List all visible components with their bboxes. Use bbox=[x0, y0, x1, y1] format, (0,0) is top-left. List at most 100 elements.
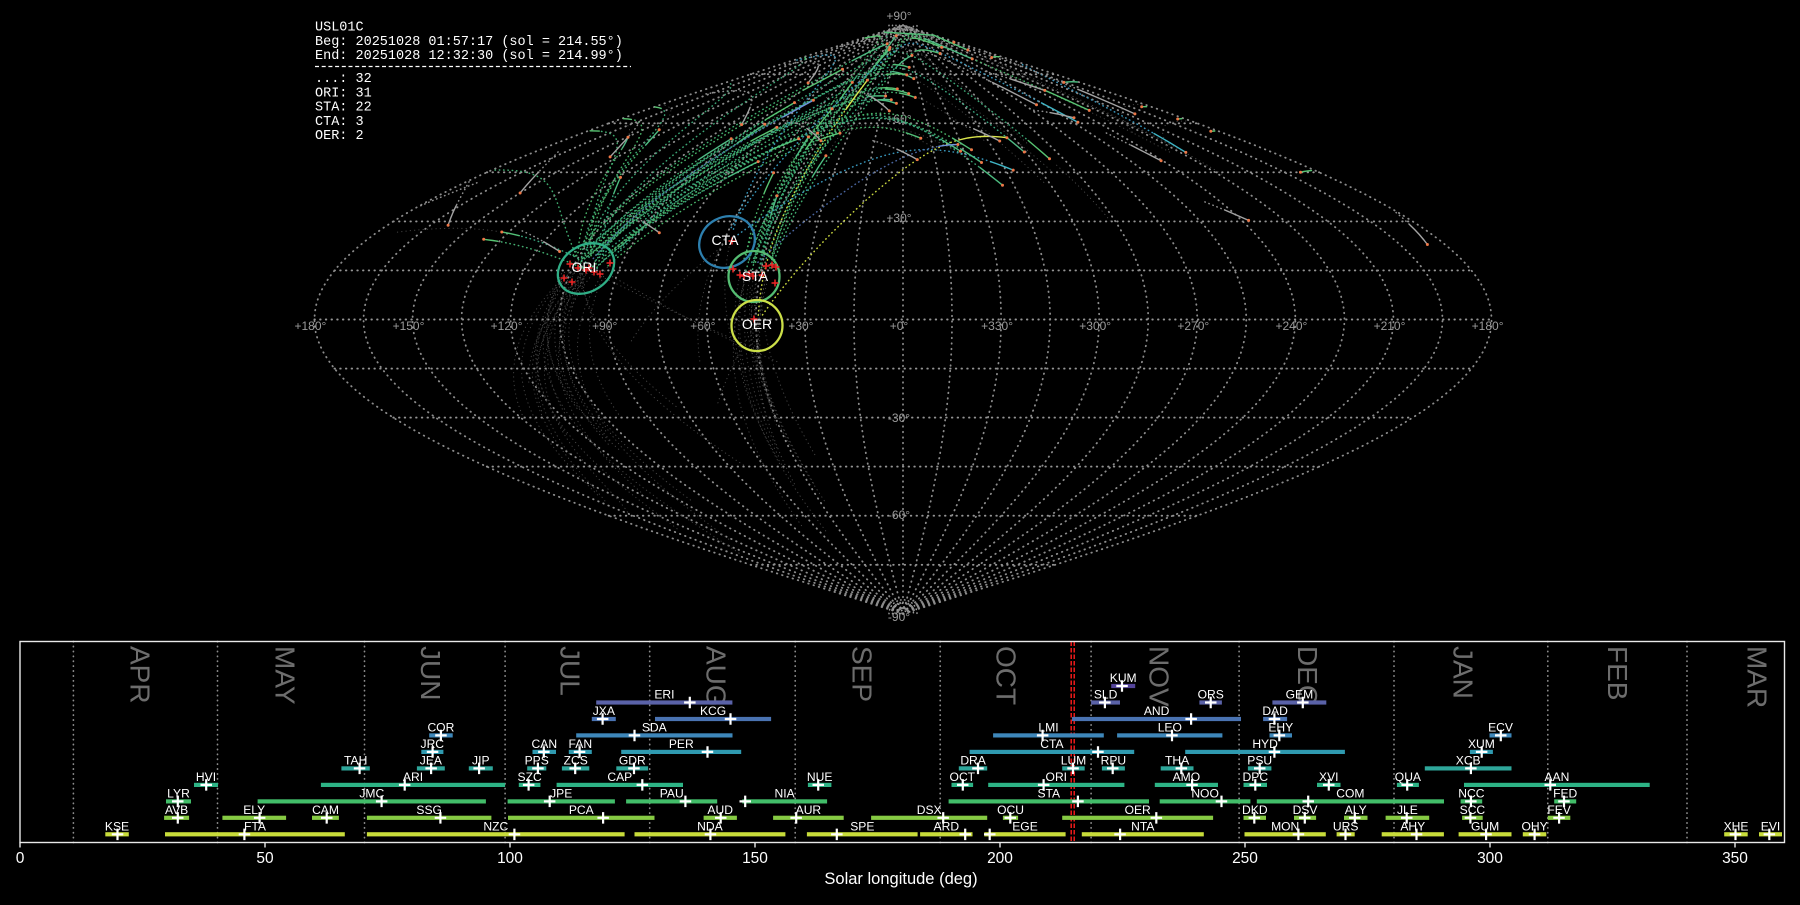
svg-text:JLE: JLE bbox=[1397, 803, 1418, 817]
svg-text:EHY: EHY bbox=[1268, 720, 1293, 734]
svg-text:+270°: +270° bbox=[1177, 319, 1209, 333]
svg-text:Solar longitude (deg): Solar longitude (deg) bbox=[824, 870, 977, 888]
svg-text:FED: FED bbox=[1553, 786, 1577, 800]
svg-text:AHY: AHY bbox=[1400, 819, 1425, 833]
svg-text:XUM: XUM bbox=[1468, 737, 1495, 751]
svg-text:DKD: DKD bbox=[1242, 803, 1268, 817]
svg-text:300: 300 bbox=[1477, 850, 1503, 867]
svg-text:LUM: LUM bbox=[1061, 753, 1087, 767]
svg-text:SPE: SPE bbox=[850, 819, 874, 833]
svg-text:TAH: TAH bbox=[344, 753, 367, 767]
svg-text:SZC: SZC bbox=[518, 770, 542, 784]
svg-text:50: 50 bbox=[256, 850, 274, 867]
svg-text:OER: 2: OER: 2 bbox=[315, 129, 364, 144]
svg-text:USL01C: USL01C bbox=[315, 21, 364, 36]
svg-text:ARI: ARI bbox=[403, 770, 423, 784]
svg-text:LMI: LMI bbox=[1038, 720, 1058, 734]
svg-text:200: 200 bbox=[987, 850, 1013, 867]
svg-text:PSU: PSU bbox=[1247, 753, 1272, 767]
svg-text:SSG: SSG bbox=[416, 803, 442, 817]
svg-text:OCU: OCU bbox=[997, 803, 1024, 817]
svg-text:CTA: CTA bbox=[1040, 737, 1064, 751]
svg-text:+330°: +330° bbox=[981, 319, 1013, 333]
svg-text:NDA: NDA bbox=[697, 819, 723, 833]
svg-text:GUM: GUM bbox=[1471, 819, 1499, 833]
svg-text:AUG: AUG bbox=[700, 646, 731, 707]
svg-text:+120°: +120° bbox=[491, 319, 523, 333]
svg-text:Beg: 20251028 01:57:17 (sol =: Beg: 20251028 01:57:17 (sol = 214.55°) bbox=[315, 35, 623, 50]
svg-text:DPC: DPC bbox=[1243, 770, 1269, 784]
svg-text:+150°: +150° bbox=[393, 319, 425, 333]
svg-text:AAN: AAN bbox=[1544, 770, 1569, 784]
svg-text:ORI: ORI bbox=[1046, 770, 1068, 784]
svg-text:-90°: -90° bbox=[888, 610, 910, 624]
svg-text:STA: 22: STA: 22 bbox=[315, 101, 372, 116]
svg-text:OER: OER bbox=[1125, 803, 1151, 817]
svg-text:COR: COR bbox=[427, 720, 454, 734]
svg-text:250: 250 bbox=[1232, 850, 1258, 867]
svg-text:PCA: PCA bbox=[569, 803, 595, 817]
svg-text:LYR: LYR bbox=[167, 786, 190, 800]
svg-text:AMO: AMO bbox=[1173, 770, 1201, 784]
svg-text:End: 20251028 12:32:30 (sol =: End: 20251028 12:32:30 (sol = 214.99°) bbox=[315, 49, 623, 64]
svg-text:SCC: SCC bbox=[1460, 803, 1486, 817]
svg-text:150: 150 bbox=[742, 850, 768, 867]
svg-text:EVI: EVI bbox=[1761, 819, 1781, 833]
svg-text:AVB: AVB bbox=[165, 803, 188, 817]
svg-text:FTA: FTA bbox=[244, 819, 267, 833]
svg-text:SLD: SLD bbox=[1094, 688, 1118, 702]
svg-text:JPE: JPE bbox=[550, 786, 572, 800]
svg-text:LEO: LEO bbox=[1158, 720, 1182, 734]
svg-text:MON: MON bbox=[1271, 819, 1299, 833]
svg-text:DRA: DRA bbox=[960, 753, 986, 767]
svg-text:CAN: CAN bbox=[532, 737, 558, 751]
svg-text:-30°: -30° bbox=[888, 411, 910, 425]
svg-text:+240°: +240° bbox=[1275, 319, 1307, 333]
svg-text:NZC: NZC bbox=[483, 819, 508, 833]
svg-text:FEV: FEV bbox=[1547, 803, 1571, 817]
svg-text:OCT: OCT bbox=[950, 770, 976, 784]
svg-text:JEA: JEA bbox=[420, 753, 443, 767]
svg-text:EGE: EGE bbox=[1012, 819, 1038, 833]
svg-text:CAP: CAP bbox=[607, 770, 632, 784]
svg-text:JUL: JUL bbox=[555, 646, 586, 696]
svg-text:CAM: CAM bbox=[312, 803, 339, 817]
svg-text:-60°: -60° bbox=[888, 508, 910, 522]
svg-text:AND: AND bbox=[1144, 704, 1170, 718]
svg-text:KUM: KUM bbox=[1110, 671, 1137, 685]
svg-text:ECV: ECV bbox=[1488, 720, 1514, 734]
svg-text:STA: STA bbox=[1037, 786, 1061, 800]
svg-text:STA: STA bbox=[742, 268, 769, 284]
svg-text:+300°: +300° bbox=[1079, 319, 1111, 333]
svg-text:CTA: 3: CTA: 3 bbox=[315, 115, 364, 130]
svg-text:+30°: +30° bbox=[886, 211, 911, 225]
svg-text:ERI: ERI bbox=[654, 688, 674, 702]
svg-text:ORS: ORS bbox=[1198, 688, 1224, 702]
svg-text:JIP: JIP bbox=[472, 753, 489, 767]
svg-text:XCB: XCB bbox=[1456, 753, 1481, 767]
svg-text:OCT: OCT bbox=[990, 646, 1021, 705]
svg-text:XHE: XHE bbox=[1724, 819, 1749, 833]
svg-text:QUA: QUA bbox=[1395, 770, 1422, 784]
svg-text:JUN: JUN bbox=[415, 646, 446, 700]
svg-text:ARD: ARD bbox=[934, 819, 960, 833]
svg-text:ZCS: ZCS bbox=[564, 753, 588, 767]
svg-text:ELY: ELY bbox=[243, 803, 265, 817]
svg-text:AUD: AUD bbox=[707, 803, 733, 817]
svg-text:PER: PER bbox=[669, 737, 694, 751]
svg-text:COM: COM bbox=[1336, 786, 1364, 800]
svg-text:RPU: RPU bbox=[1101, 753, 1127, 767]
svg-text:NCC: NCC bbox=[1458, 786, 1484, 800]
svg-text:NUE: NUE bbox=[807, 770, 833, 784]
svg-text:ORI: 31: ORI: 31 bbox=[315, 86, 372, 101]
svg-text:JMC: JMC bbox=[359, 786, 384, 800]
svg-text:KCG: KCG bbox=[700, 704, 726, 718]
svg-text:+30°: +30° bbox=[788, 319, 813, 333]
svg-text:+210°: +210° bbox=[1374, 319, 1406, 333]
svg-text:APR: APR bbox=[125, 646, 156, 704]
svg-text:+90°: +90° bbox=[886, 9, 911, 23]
svg-text:DSX: DSX bbox=[917, 803, 942, 817]
svg-text:+180°: +180° bbox=[1472, 319, 1504, 333]
svg-text:HVI: HVI bbox=[196, 770, 216, 784]
svg-text:JRC: JRC bbox=[421, 737, 445, 751]
